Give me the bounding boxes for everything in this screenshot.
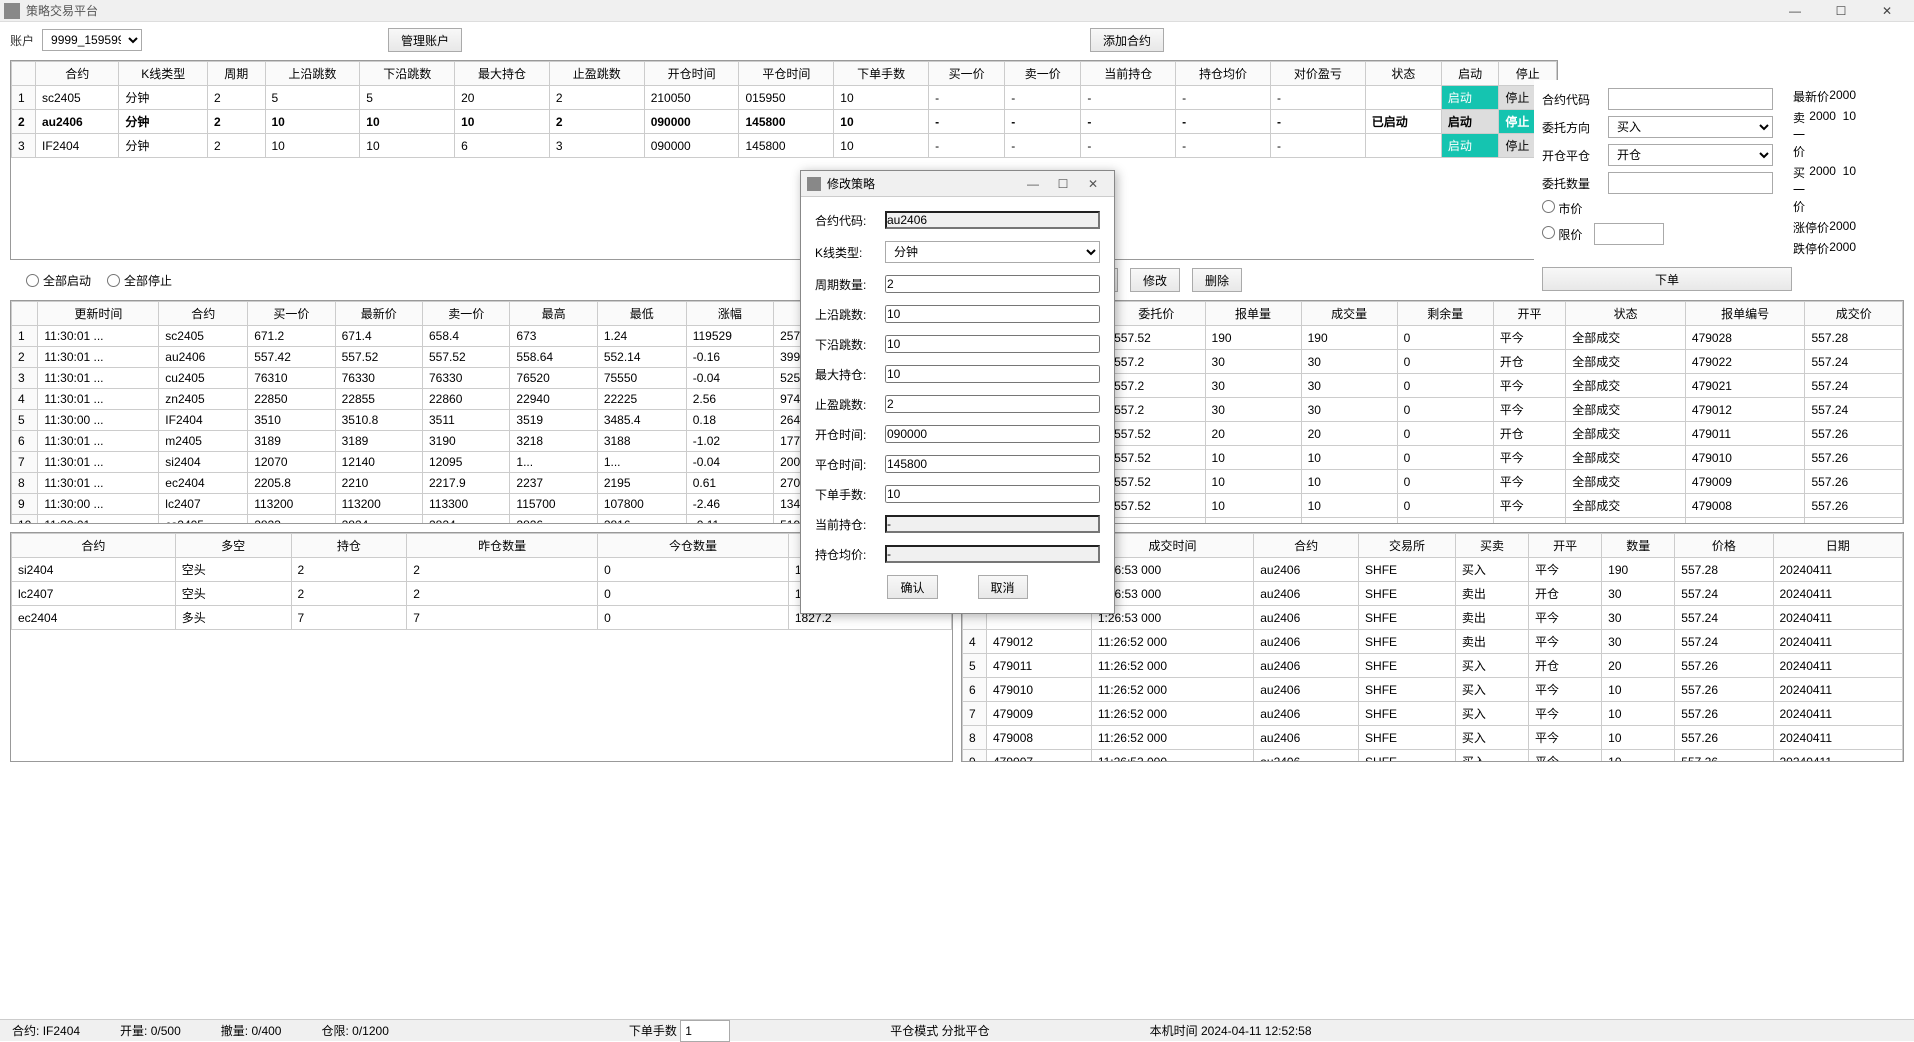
strategy-row[interactable]: 3IF2404分钟210106309000014580010-----启动停止 [12,134,1557,158]
start-button[interactable]: 启动 [1441,86,1499,110]
dlg-curpos-input [885,515,1100,533]
dialog-ok-button[interactable]: 确认 [887,575,937,599]
dlg-kline-select[interactable]: 分钟 [885,241,1100,263]
radio-limit[interactable]: 限价 [1542,226,1582,243]
strategy-header: 卖一价 [1005,62,1081,86]
minimize-button[interactable]: — [1772,4,1818,18]
app-icon [4,3,20,19]
strategy-header: 周期 [208,62,266,86]
strategy-header: 当前持仓 [1081,62,1176,86]
qty-label: 委托数量 [1542,175,1602,192]
order-entry-panel: 合约代码 委托方向买入 开仓平仓开仓 委托数量 市价 限价 最新价2000 卖一… [1534,80,1864,299]
table-row[interactable]: 647901011:26:52 000au2406SHFE买入平今10557.2… [963,678,1903,702]
dialog-max-button[interactable]: ☐ [1048,177,1078,191]
strategy-row[interactable]: 1sc2405分钟25520221005001595010-----启动停止 [12,86,1557,110]
dlg-lots-input[interactable] [885,485,1100,503]
modify-button[interactable]: 修改 [1130,268,1180,292]
dlg-contract-input [885,211,1100,229]
direction-label: 委托方向 [1542,119,1602,136]
strategy-header: 对价盈亏 [1270,62,1365,86]
strategy-table: 合约K线类型周期上沿跳数下沿跳数最大持仓止盈跳数开仓时间平仓时间下单手数买一价卖… [11,61,1557,158]
table-row[interactable]: 447901211:26:52 000au2406SHFE卖出平今30557.2… [963,630,1903,654]
status-lots-input[interactable] [680,1020,730,1042]
start-button[interactable]: 启动 [1441,110,1499,134]
dialog-cancel-button[interactable]: 取消 [978,575,1028,599]
table-row[interactable]: 747900911:26:52 000au2406SHFE买入平今10557.2… [963,702,1903,726]
strategy-header: 最大持仓 [455,62,550,86]
dlg-upticks-input[interactable] [885,305,1100,323]
openclose-select[interactable]: 开仓 [1608,144,1773,166]
table-row[interactable]: 547901111:26:52 000au2406SHFE买入开仓20557.2… [963,654,1903,678]
dlg-avgprice-input [885,545,1100,563]
dlg-tpticks-input[interactable] [885,395,1100,413]
radio-all-start[interactable]: 全部启动 [26,272,91,289]
delete-button[interactable]: 删除 [1192,268,1242,292]
start-button[interactable]: 启动 [1441,134,1499,158]
dlg-closetime-input[interactable] [885,455,1100,473]
strategy-controls: 全部启动 全部停止 增加 修改 删除 [10,264,1558,296]
dialog-min-button[interactable]: — [1018,177,1048,191]
statusbar: 合约: IF2404 开量: 0/500 撤量: 0/400 仓限: 0/120… [0,1019,1914,1041]
strategy-header: 持仓均价 [1176,62,1271,86]
strategy-header: 启动 [1441,62,1499,86]
strategy-row[interactable]: 2au2406分钟2101010209000014580010-----已启动启… [12,110,1557,134]
dialog-close-button[interactable]: ✕ [1078,177,1108,191]
strategy-header: 状态 [1365,62,1441,86]
openclose-label: 开仓平仓 [1542,147,1602,164]
strategy-header: 下沿跳数 [360,62,455,86]
strategy-header: 下单手数 [834,62,929,86]
titlebar: 策略交易平台 — ☐ ✕ [0,0,1914,22]
strategy-header: 开仓时间 [644,62,739,86]
strategy-header: 止盈跳数 [549,62,644,86]
modify-strategy-dialog: 修改策略 — ☐ ✕ 合约代码: K线类型:分钟 周期数量: 上沿跳数: 下沿跳… [800,170,1115,614]
strategy-header: 买一价 [929,62,1005,86]
dialog-title: 修改策略 [827,175,1018,192]
manage-accounts-button[interactable]: 管理账户 [388,28,462,52]
close-button[interactable]: ✕ [1864,4,1910,18]
submit-order-button[interactable]: 下单 [1542,267,1792,291]
limit-price-input[interactable] [1594,223,1664,245]
contract-code-input[interactable] [1608,88,1773,110]
main-toolbar: 账户 9999_159599 管理账户 添加合约 [0,22,1914,58]
strategy-header: K线类型 [119,62,208,86]
dlg-downticks-input[interactable] [885,335,1100,353]
dlg-opentime-input[interactable] [885,425,1100,443]
radio-market[interactable]: 市价 [1542,200,1582,217]
account-label: 账户 [10,32,34,49]
dlg-maxpos-input[interactable] [885,365,1100,383]
strategy-header: 平仓时间 [739,62,834,86]
qty-input[interactable] [1608,172,1773,194]
dlg-period-input[interactable] [885,275,1100,293]
table-row[interactable]: 847900811:26:52 000au2406SHFE买入平今10557.2… [963,726,1903,750]
app-title: 策略交易平台 [26,2,1772,19]
maximize-button[interactable]: ☐ [1818,4,1864,18]
contract-code-label: 合约代码 [1542,91,1602,108]
radio-all-stop[interactable]: 全部停止 [107,272,172,289]
strategy-header: 合约 [36,62,119,86]
strategy-table-container: 合约K线类型周期上沿跳数下沿跳数最大持仓止盈跳数开仓时间平仓时间下单手数买一价卖… [10,60,1558,260]
direction-select[interactable]: 买入 [1608,116,1773,138]
strategy-header: 上沿跳数 [265,62,360,86]
add-contract-button[interactable]: 添加合约 [1090,28,1164,52]
account-select[interactable]: 9999_159599 [42,29,142,51]
dialog-icon [807,177,821,191]
table-row[interactable]: 947900711:26:52 000au2406SHFE买入平今10557.2… [963,750,1903,763]
